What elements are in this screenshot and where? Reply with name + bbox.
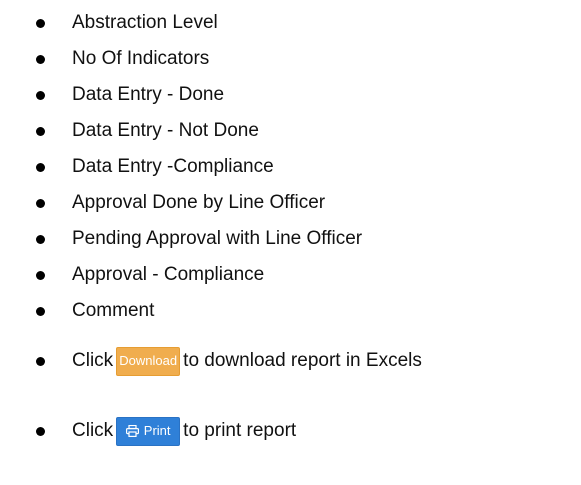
bullet-icon xyxy=(36,18,45,28)
list-item-text: No Of Indicators xyxy=(72,48,210,69)
list-item-text: Data Entry - Done xyxy=(72,84,225,105)
list-item: Comment xyxy=(0,295,581,327)
print-button[interactable]: Print xyxy=(116,416,181,446)
click-prefix: Click xyxy=(72,420,114,441)
bullet-icon xyxy=(36,306,45,316)
printer-icon xyxy=(125,425,139,437)
bullet-icon xyxy=(36,356,45,366)
print-suffix: to print report xyxy=(183,420,297,441)
download-suffix: to download report in Excels xyxy=(183,350,422,371)
list-item-text: Approval Done by Line Officer xyxy=(72,192,326,213)
list-item: Approval Done by Line Officer xyxy=(0,187,581,219)
bullet-icon xyxy=(36,198,45,208)
list-item-text: Data Entry -Compliance xyxy=(72,156,274,177)
list-item: No Of Indicators xyxy=(0,43,581,75)
list-item: Data Entry - Not Done xyxy=(0,115,581,147)
list-item: Data Entry - Done xyxy=(0,79,581,111)
list-item-text: Abstraction Level xyxy=(72,12,218,33)
list-item-print: Click Print to print report xyxy=(0,411,581,451)
list-item: Approval - Compliance xyxy=(0,259,581,291)
list-item: Data Entry -Compliance xyxy=(0,151,581,183)
bullet-icon xyxy=(36,270,45,280)
list-item-text: Click Print to print report xyxy=(72,416,297,446)
download-button[interactable]: Download xyxy=(116,346,181,376)
bullet-icon xyxy=(36,54,45,64)
list-item-text: Approval - Compliance xyxy=(72,264,265,285)
print-button-label: Print xyxy=(143,423,171,438)
list-item-text: Click Download to download report in Exc… xyxy=(72,346,422,376)
list-item-text: Comment xyxy=(72,300,155,321)
bullet-icon xyxy=(36,90,45,100)
bullet-icon xyxy=(36,126,45,136)
list-item-text: Data Entry - Not Done xyxy=(72,120,259,141)
bullet-icon xyxy=(36,426,45,436)
bullet-icon xyxy=(36,234,45,244)
click-prefix: Click xyxy=(72,350,114,371)
list-item: Abstraction Level xyxy=(0,7,581,39)
bullet-icon xyxy=(36,162,45,172)
list-item: Pending Approval with Line Officer xyxy=(0,223,581,255)
list-item-download: Click Download to download report in Exc… xyxy=(0,341,581,381)
list-item-text: Pending Approval with Line Officer xyxy=(72,228,363,249)
